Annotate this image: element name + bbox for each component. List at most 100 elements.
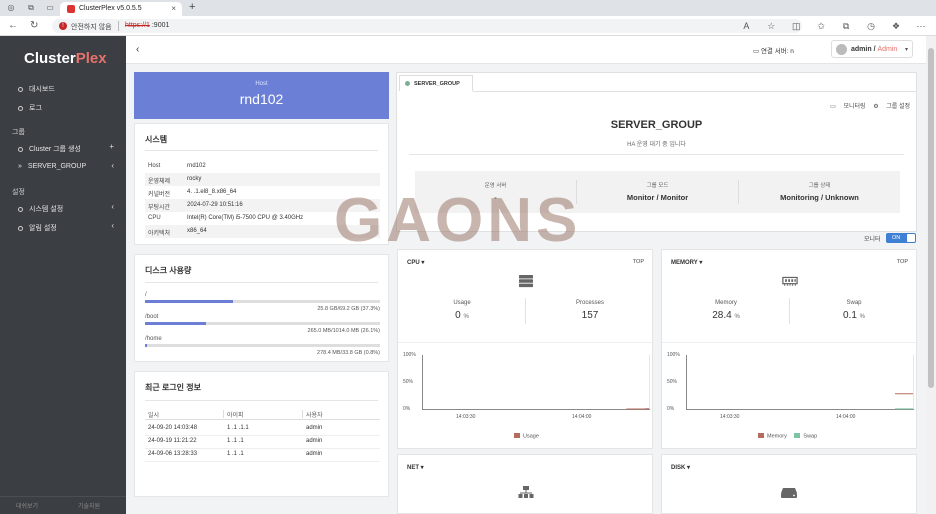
more-menu-icon[interactable]: ⋯ — [914, 19, 928, 33]
sidebar-item-system-settings[interactable]: 시스템 설정 — [18, 204, 63, 214]
info-header: 그룹 상태 — [808, 183, 831, 189]
user-menu[interactable]: admin / Admin ▾ — [831, 40, 913, 58]
memory-legend: Memory Swap — [758, 433, 817, 440]
sidebar-item-label: SERVER_GROUP — [27, 163, 87, 170]
stat-value: 157 — [526, 310, 654, 321]
legend-label: Usage — [523, 433, 539, 440]
cpu-panel: CPU ▾ TOP Usage 0 % Processes 157 100% 50%… — [397, 249, 654, 449]
sidebar-item-server-group[interactable]: » SERVER_GROUP — [18, 163, 86, 170]
login-ip: 1 .1 .1 — [227, 451, 244, 457]
sidebar-item-log[interactable]: 로그 — [18, 103, 42, 113]
sidebar-footer: 대쉬보기 기술지원 — [0, 496, 126, 514]
memory-chart-plot — [686, 355, 914, 410]
plus-icon[interactable]: + — [109, 142, 114, 151]
stat-label: Usage — [453, 300, 471, 306]
workspaces-icon[interactable]: ⧉ — [26, 3, 36, 13]
x-tick-label: 14:04:00 — [836, 414, 856, 420]
cpu-top-link[interactable]: TOP — [633, 259, 644, 265]
chevron-left-icon[interactable]: ‹ — [111, 221, 114, 230]
stat-value: 0.1 % — [790, 310, 918, 321]
connected-server-label: 연결 서버: n — [760, 48, 794, 55]
disk-bar — [145, 300, 380, 303]
url-field[interactable]: ! 안전하지 않음 https://1 :9001 — [52, 19, 802, 33]
favorite-star-icon[interactable]: ☆ — [764, 19, 778, 33]
memory-panel-title[interactable]: MEMORY ▾ — [671, 259, 702, 266]
favorites-icon[interactable]: ✩ — [814, 19, 828, 33]
stat-value: 28.4 % — [662, 310, 790, 321]
cpu-panel-title[interactable]: CPU ▾ — [407, 259, 424, 266]
browser-tab[interactable]: ClusterPlex v5.0.5.5 × — [60, 2, 182, 16]
system-key: 부팅시간 — [148, 205, 171, 211]
sidebar-item-alert-settings[interactable]: 알림 설정 — [18, 223, 57, 233]
circle-icon — [18, 105, 23, 111]
cpu-usage-stat: Usage 0 % — [398, 300, 526, 321]
legend-swatch — [758, 433, 764, 438]
login-ip: 1 .1 .1 — [227, 438, 244, 444]
read-aloud-icon[interactable]: A — [739, 19, 753, 33]
disk-panel-title[interactable]: DISK ▾ — [671, 464, 690, 471]
chevron-left-icon[interactable]: ‹ — [111, 161, 114, 170]
group-info-state: 그룹 상태 Monitoring / Unknown — [739, 171, 900, 213]
disk-bar — [145, 322, 380, 325]
insecure-label: 안전하지 않음 — [71, 24, 112, 31]
stat-number: 28.4 — [712, 310, 732, 321]
reload-icon[interactable]: ↻ — [30, 20, 38, 32]
sidebar-item-create-group[interactable]: Cluster 그룹 생성 — [18, 144, 81, 154]
sidebar-item-label: 시스템 설정 — [29, 206, 64, 213]
disk-path: /home — [145, 336, 162, 342]
circle-icon — [18, 146, 23, 152]
stat-label: Swap — [846, 300, 862, 306]
disk-bar — [145, 344, 380, 347]
net-panel-title[interactable]: NET ▾ — [407, 464, 424, 471]
chevron-left-icon[interactable]: ‹ — [111, 202, 114, 211]
browser-tab-strip: ◎ ⧉ ▭ ClusterPlex v5.0.5.5 × + — [0, 0, 936, 16]
sidebar-item-dashboard[interactable]: 대시보드 — [18, 84, 55, 94]
disk-usage-text: 278.4 MB/33.8 GB (0.8%) — [317, 350, 380, 356]
profile-icon[interactable]: ◎ — [6, 3, 16, 13]
system-value: 2024-07-29 10:51:16 — [187, 202, 243, 208]
recent-logins-card: 최근 로그인 정보 일시 아이피 사용자 24-09-20 14:03:48 1… — [134, 371, 389, 497]
history-icon[interactable]: ◷ — [864, 19, 878, 33]
col-header: 사용자 — [306, 413, 323, 419]
sidebar-footer-left[interactable]: 대쉬보기 — [16, 501, 38, 510]
scrollbar-thumb[interactable] — [928, 48, 934, 388]
divider — [145, 400, 378, 401]
split-screen-icon[interactable]: ◫ — [789, 19, 803, 33]
group-status-text: HA 운영 대기 중 입니다 — [627, 142, 686, 148]
page-scrollbar[interactable] — [926, 36, 936, 514]
sidebar-section-settings: 설정 — [12, 189, 25, 196]
disk-path: / — [145, 292, 147, 298]
collapse-sidebar-icon[interactable]: ‹ — [136, 44, 139, 55]
table-row: 24-09-06 13:28:33 1 .1 .1 admin — [145, 449, 380, 462]
network-icon — [518, 486, 534, 498]
monitor-toggle[interactable]: ON — [886, 233, 916, 243]
disk-bar-fill — [145, 344, 147, 347]
group-settings-link[interactable]: ⚙ 그룹 설정 — [873, 104, 910, 110]
user-name: admin / Admin — [851, 46, 898, 53]
cpu-legend: Usage — [514, 433, 539, 440]
close-tab-icon[interactable]: × — [171, 4, 176, 13]
stat-unit: % — [734, 314, 740, 320]
disk-usage-card: 디스크 사용량 / 25.8 GB/69.2 GB (37.3%) /boot … — [134, 254, 389, 362]
app-logo[interactable]: ClusterPlex — [24, 50, 107, 67]
logins-title: 최근 로그인 정보 — [145, 383, 201, 392]
system-key: Host — [148, 163, 161, 169]
new-tab-button[interactable]: + — [189, 1, 195, 13]
group-settings-label: 그룹 설정 — [886, 104, 910, 110]
extensions-icon[interactable]: ❖ — [889, 19, 903, 33]
monitoring-link[interactable]: ▭ 모니터링 — [830, 104, 865, 110]
stat-number: 0 — [455, 310, 461, 321]
tab-server-group[interactable]: SERVER_GROUP — [399, 75, 473, 91]
memory-top-link[interactable]: TOP — [897, 259, 908, 265]
double-chevron-icon: » — [18, 163, 22, 170]
monitoring-link-label: 모니터링 — [843, 104, 866, 110]
sidebar: ClusterPlex 대시보드 로그 그룹 Cluster 그룹 생성 + »… — [0, 36, 126, 514]
tab-actions-icon[interactable]: ▭ — [45, 3, 55, 13]
back-arrow-icon[interactable]: ← — [8, 20, 18, 32]
legend-label: Swap — [803, 433, 818, 440]
cpu-processes-stat: Processes 157 — [526, 300, 654, 321]
sidebar-section-group: 그룹 — [12, 129, 25, 136]
sidebar-footer-right[interactable]: 기술지원 — [78, 501, 100, 510]
collections-icon[interactable]: ⧉ — [839, 19, 853, 33]
url-scheme: https://1 — [125, 22, 150, 29]
